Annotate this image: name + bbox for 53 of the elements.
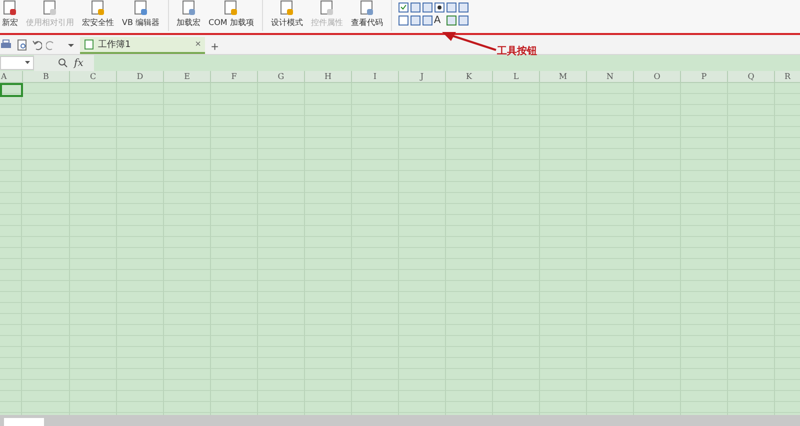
zoom-icon[interactable] bbox=[58, 58, 68, 68]
list-icon[interactable] bbox=[458, 2, 469, 13]
column-header[interactable]: F bbox=[211, 71, 258, 82]
new-tab-button[interactable]: + bbox=[209, 39, 221, 54]
ribbon-button[interactable]: 设计模式 bbox=[268, 0, 305, 31]
tab-label: 工作簿1 bbox=[98, 38, 132, 51]
ribbon-button[interactable]: 宏安全性 bbox=[80, 0, 116, 31]
radio-icon[interactable] bbox=[434, 2, 445, 13]
redo-icon[interactable] bbox=[46, 39, 56, 51]
image-icon[interactable] bbox=[446, 15, 457, 26]
column-header[interactable]: I bbox=[352, 71, 399, 82]
column-header[interactable]: B bbox=[23, 71, 70, 82]
column-header[interactable]: J bbox=[399, 71, 446, 82]
undo-icon[interactable] bbox=[32, 39, 42, 51]
column-header[interactable]: H bbox=[305, 71, 352, 82]
active-cell bbox=[0, 83, 23, 97]
column-header[interactable]: L bbox=[493, 71, 540, 82]
frame-icon[interactable] bbox=[422, 2, 433, 13]
button-icon[interactable] bbox=[398, 15, 409, 26]
workbook-tab[interactable]: 工作簿1 × bbox=[80, 37, 205, 54]
spreadsheet-icon bbox=[84, 39, 94, 50]
ribbon-button[interactable]: VB 编辑器 bbox=[120, 0, 162, 31]
column-header[interactable]: N bbox=[587, 71, 634, 82]
cell-grid[interactable] bbox=[0, 83, 800, 415]
function-button[interactable]: fx bbox=[74, 58, 84, 68]
column-header[interactable]: M bbox=[540, 71, 587, 82]
column-header[interactable]: A bbox=[0, 71, 23, 82]
ribbon-button[interactable]: 查看代码 bbox=[348, 0, 385, 31]
print-icon[interactable] bbox=[0, 39, 12, 51]
preview-icon[interactable] bbox=[16, 39, 28, 51]
toolbox-icon[interactable] bbox=[458, 15, 469, 26]
column-header[interactable]: Q bbox=[728, 71, 775, 82]
scrollbar-icon[interactable] bbox=[422, 15, 433, 26]
column-header[interactable]: P bbox=[681, 71, 728, 82]
annotation-arrow bbox=[440, 30, 498, 52]
spin-icon[interactable] bbox=[410, 15, 421, 26]
ribbon-button[interactable]: 新宏 bbox=[0, 0, 20, 31]
column-header[interactable]: G bbox=[258, 71, 305, 82]
caret-icon bbox=[25, 61, 30, 65]
column-header[interactable]: O bbox=[634, 71, 681, 82]
column-header[interactable]: K bbox=[446, 71, 493, 82]
label-control[interactable]: A bbox=[434, 15, 445, 26]
column-header[interactable]: D bbox=[117, 71, 164, 82]
ribbon-button[interactable]: 加载宏 bbox=[174, 0, 203, 31]
list-icon[interactable] bbox=[446, 2, 457, 13]
annotation-label: 工具按钮 bbox=[497, 44, 537, 58]
column-header[interactable]: E bbox=[164, 71, 211, 82]
ribbon-button[interactable]: COM 加载项 bbox=[206, 0, 256, 31]
close-button[interactable]: × bbox=[195, 39, 201, 50]
checkbox-icon[interactable] bbox=[398, 2, 409, 13]
column-header[interactable]: C bbox=[70, 71, 117, 82]
column-header[interactable]: R bbox=[775, 71, 800, 82]
text-field-icon[interactable] bbox=[410, 2, 421, 13]
